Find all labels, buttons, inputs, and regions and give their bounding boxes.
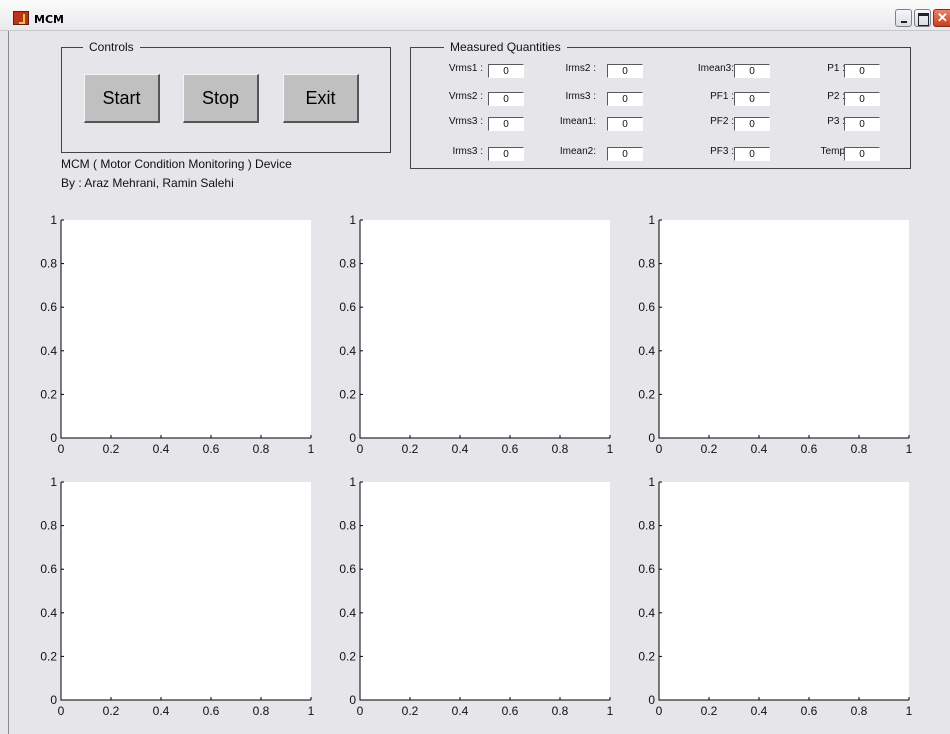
y-tick-label: 0.6 [40,562,57,576]
plot-axes-4: 0 0.2 0.4 0.6 0.8 1 0 0.2 0.4 0.6 0.8 1 [40,475,314,718]
plot-area [659,482,909,700]
x-tick-label: 0.8 [552,704,569,718]
y-tick-label: 0.8 [638,257,655,271]
x-tick-label: 1 [906,442,913,456]
x-tick-label: 0.4 [452,442,469,456]
y-tick-label: 0.8 [40,519,57,533]
y-tick-label: 0 [648,431,655,445]
plot-axes-3: 0 0.2 0.4 0.6 0.8 1 0 0.2 0.4 0.6 0.8 1 [638,213,912,456]
plot-area [61,220,311,438]
plot-area [360,482,610,700]
y-tick-label: 1 [50,213,57,227]
x-tick-label: 1 [308,704,315,718]
y-tick-label: 0.2 [40,649,57,663]
x-tick-label: 0.6 [203,704,220,718]
x-tick-label: 0.4 [452,704,469,718]
x-tick-label: 0.8 [851,442,868,456]
plot-area [61,482,311,700]
y-tick-label: 0.4 [638,606,655,620]
y-tick-label: 1 [349,213,356,227]
x-tick-label: 0 [357,442,364,456]
x-tick-label: 0 [357,704,364,718]
x-tick-label: 0 [58,704,65,718]
x-tick-label: 0.4 [751,442,768,456]
x-tick-label: 0.2 [701,442,718,456]
x-tick-label: 0.6 [801,442,818,456]
plot-grid: 0 0.2 0.4 0.6 0.8 1 0 0.2 0.4 0.6 0.8 1 0 0.2 0.4 0.6 0.… [40,213,912,718]
x-tick-label: 1 [308,442,315,456]
plot-area [360,220,610,438]
x-tick-label: 0.6 [801,704,818,718]
x-tick-label: 0.6 [502,704,519,718]
y-tick-label: 1 [349,475,356,489]
y-tick-label: 0.4 [339,344,356,358]
x-tick-label: 0.4 [153,442,170,456]
y-tick-label: 1 [50,475,57,489]
y-tick-label: 0.6 [638,562,655,576]
y-tick-label: 0.8 [638,519,655,533]
x-tick-label: 0.8 [253,704,270,718]
x-tick-label: 0.4 [751,704,768,718]
x-tick-label: 0 [656,442,663,456]
y-tick-label: 0.4 [40,344,57,358]
plot-axes-6: 0 0.2 0.4 0.6 0.8 1 0 0.2 0.4 0.6 0.8 1 [638,475,912,718]
y-tick-label: 0.4 [638,344,655,358]
y-tick-label: 1 [648,213,655,227]
y-tick-label: 0.4 [40,606,57,620]
x-tick-label: 0 [58,442,65,456]
x-tick-label: 0.2 [402,704,419,718]
x-tick-label: 0.6 [502,442,519,456]
x-tick-label: 0.8 [253,442,270,456]
x-tick-label: 0.2 [701,704,718,718]
x-tick-label: 1 [607,704,614,718]
y-tick-label: 0.2 [638,649,655,663]
y-tick-label: 0.6 [339,562,356,576]
y-tick-label: 0 [648,693,655,707]
x-tick-label: 1 [906,704,913,718]
y-tick-label: 0.6 [638,300,655,314]
y-tick-label: 0.4 [339,606,356,620]
y-tick-label: 0.8 [339,257,356,271]
y-tick-label: 1 [648,475,655,489]
plot-axes-1: 0 0.2 0.4 0.6 0.8 1 0 0.2 0.4 0.6 0.8 1 [40,213,314,456]
y-tick-label: 0.2 [638,387,655,401]
plot-axes-2: 0 0.2 0.4 0.6 0.8 1 0 0.2 0.4 0.6 0.8 1 [339,213,613,456]
x-tick-label: 0.2 [103,704,120,718]
y-tick-label: 0 [349,431,356,445]
y-tick-label: 0.2 [339,387,356,401]
y-tick-label: 0.2 [339,649,356,663]
y-tick-label: 0.8 [339,519,356,533]
x-tick-label: 0 [656,704,663,718]
x-tick-label: 0.8 [851,704,868,718]
x-tick-label: 1 [607,442,614,456]
y-tick-label: 0 [50,431,57,445]
y-tick-label: 0.2 [40,387,57,401]
y-tick-label: 0.6 [339,300,356,314]
plot-axes-5: 0 0.2 0.4 0.6 0.8 1 0 0.2 0.4 0.6 0.8 1 [339,475,613,718]
x-tick-label: 0.6 [203,442,220,456]
plot-area [659,220,909,438]
x-tick-label: 0.2 [103,442,120,456]
y-tick-label: 0 [50,693,57,707]
y-tick-label: 0.8 [40,257,57,271]
y-tick-label: 0 [349,693,356,707]
x-tick-label: 0.4 [153,704,170,718]
y-tick-label: 0.6 [40,300,57,314]
x-tick-label: 0.2 [402,442,419,456]
x-tick-label: 0.8 [552,442,569,456]
